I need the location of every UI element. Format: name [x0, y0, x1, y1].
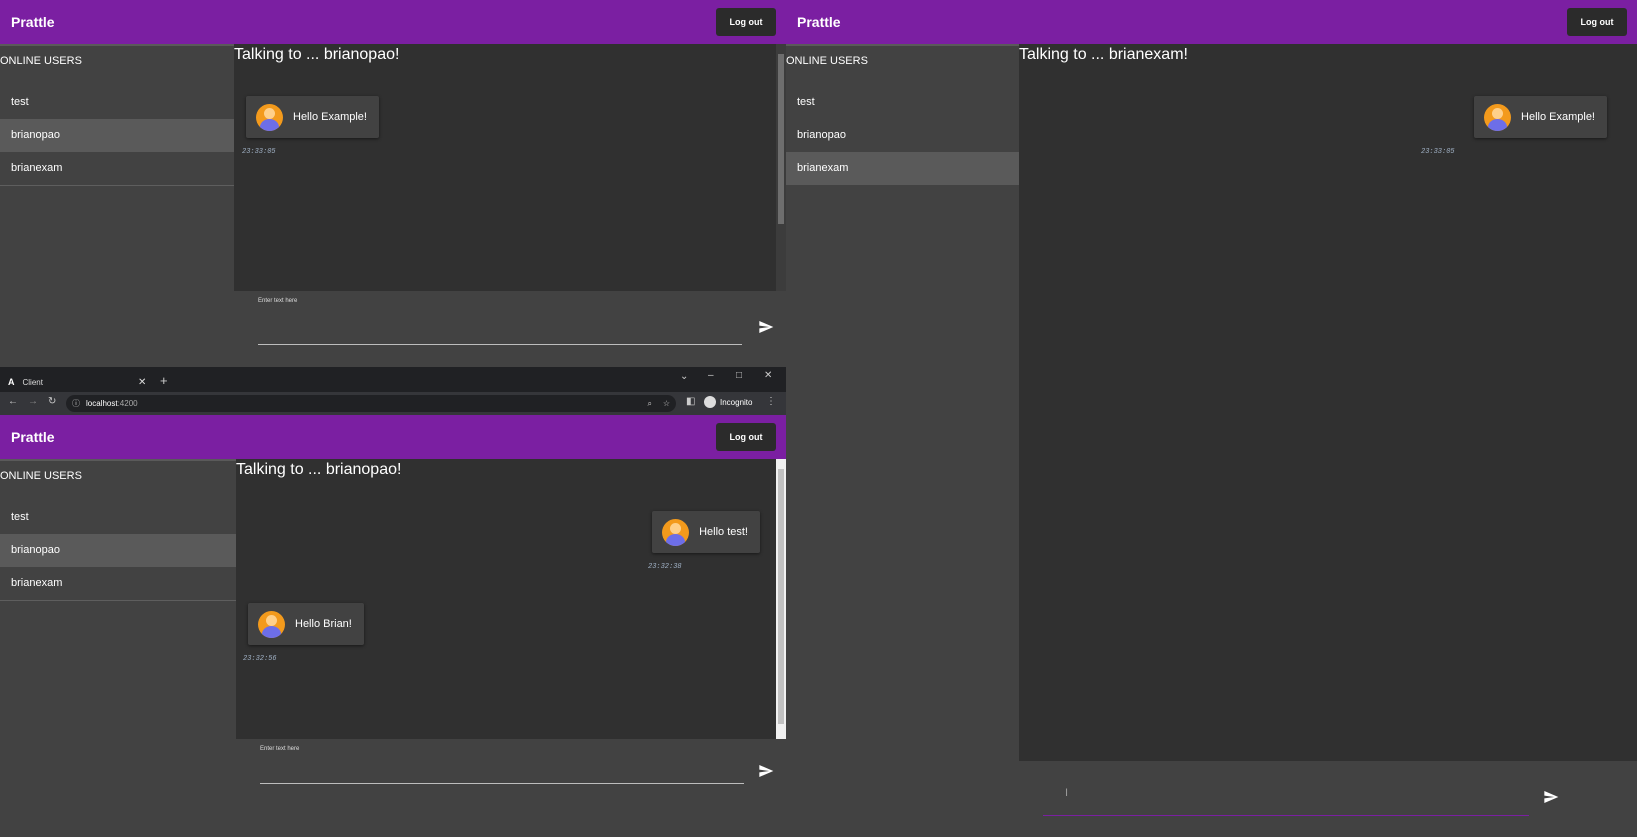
logout-button[interactable]: Log out [716, 8, 776, 36]
message-timestamp: 23:32:38 [648, 563, 682, 571]
app-title: Prattle [797, 14, 841, 30]
bookmark-star-icon[interactable]: ☆ [663, 395, 670, 412]
message-text: Hello Example! [293, 111, 367, 123]
site-info-icon[interactable]: ⓘ [72, 395, 80, 412]
online-users-sidebar: ONLINE USERS test brianopao brianexam [786, 44, 1019, 837]
app-toolbar: Prattle Log out [0, 415, 786, 459]
user-item-brianexam[interactable]: brianexam [0, 567, 236, 600]
close-tab-icon[interactable]: ✕ [138, 377, 146, 388]
message-composer: I [1019, 761, 1637, 837]
app-window-top-left: Prattle Log out ONLINE USERS test briano… [0, 0, 786, 367]
browser-chrome: A Client ✕ + ⌄ – □ ✕ ← → ↻ ⓘ localhost:4… [0, 367, 786, 415]
user-item-brianopao[interactable]: brianopao [0, 119, 234, 152]
message-bubble: Hello test! [652, 511, 760, 553]
user-item-brianopao[interactable]: brianopao [786, 119, 1019, 152]
message-timestamp: 23:33:05 [242, 148, 276, 156]
incognito-icon [704, 396, 716, 408]
input-placeholder-label: Enter text here [258, 298, 298, 304]
text-cursor-icon: I [1065, 787, 1069, 799]
avatar-icon [1484, 103, 1512, 131]
scrollbar[interactable] [776, 459, 786, 739]
angular-logo-icon: A [8, 377, 15, 387]
app-title: Prattle [11, 14, 55, 30]
tab-search-icon[interactable]: ⌄ [680, 371, 688, 382]
logout-button[interactable]: Log out [716, 423, 776, 451]
close-window-icon[interactable]: ✕ [764, 370, 772, 381]
url-field[interactable]: ⓘ localhost:4200 ⌕ ☆ [66, 395, 676, 412]
chat-panel: Talking to ... brianopao! Hello test! 23… [236, 459, 786, 837]
online-users-title: ONLINE USERS [0, 55, 82, 67]
logout-button[interactable]: Log out [1567, 8, 1627, 36]
browser-tab-bar: A Client ✕ + ⌄ – □ ✕ [0, 367, 786, 392]
app-window-right: Prattle Log out ONLINE USERS test briano… [786, 0, 1637, 837]
online-users-sidebar: ONLINE USERS test brianopao brianexam [0, 459, 236, 837]
browser-menu-icon[interactable]: ⋮ [766, 396, 776, 407]
incognito-badge[interactable]: Incognito [704, 396, 752, 408]
url-host: localhost [86, 399, 118, 408]
forward-icon[interactable]: → [28, 396, 38, 407]
user-item-test[interactable]: test [0, 501, 236, 534]
tab-title: Client [22, 377, 43, 387]
send-icon[interactable] [758, 763, 774, 779]
message-text: Hello test! [699, 526, 748, 538]
scrollbar[interactable] [776, 44, 786, 291]
online-users-title: ONLINE USERS [786, 55, 868, 67]
talking-to-heading: Talking to ... brianopao! [236, 461, 402, 478]
minimize-icon[interactable]: – [708, 370, 714, 381]
message-input[interactable] [260, 783, 744, 784]
app-window-bottom-left: Prattle Log out ONLINE USERS test briano… [0, 415, 786, 837]
input-placeholder-label: Enter text here [260, 746, 300, 752]
message-composer: Enter text here [234, 291, 786, 367]
user-item-test[interactable]: test [0, 86, 234, 119]
chat-panel: Talking to ... brianopao! Hello Example!… [234, 44, 786, 367]
user-item-test[interactable]: test [786, 86, 1019, 119]
message-text: Hello Brian! [295, 618, 352, 630]
url-port: :4200 [117, 399, 138, 408]
back-icon[interactable]: ← [8, 396, 18, 407]
reload-icon[interactable]: ↻ [48, 396, 56, 407]
user-item-brianexam[interactable]: brianexam [0, 152, 234, 185]
side-panel-icon[interactable]: ◧ [686, 396, 695, 407]
message-timestamp: 23:32:56 [243, 655, 277, 663]
talking-to-heading: Talking to ... brianopao! [234, 46, 400, 63]
send-icon[interactable] [1543, 789, 1559, 805]
avatar-icon [258, 610, 285, 638]
message-input[interactable] [258, 344, 742, 345]
online-users-title: ONLINE USERS [0, 470, 82, 482]
avatar-icon [662, 518, 690, 546]
maximize-icon[interactable]: □ [736, 370, 742, 381]
online-users-sidebar: ONLINE USERS test brianopao brianexam [0, 44, 234, 367]
zoom-icon[interactable]: ⌕ [648, 395, 652, 412]
user-item-brianopao[interactable]: brianopao [0, 534, 236, 567]
send-icon[interactable] [758, 319, 774, 335]
message-bubble: Hello Example! [1474, 96, 1607, 138]
app-toolbar: Prattle Log out [0, 0, 786, 44]
sidebar-divider [0, 185, 234, 186]
user-item-brianexam[interactable]: brianexam [786, 152, 1019, 185]
sidebar-divider [0, 600, 236, 601]
talking-to-heading: Talking to ... brianexam! [1019, 46, 1188, 63]
app-title: Prattle [11, 429, 55, 445]
message-timestamp: 23:33:05 [1421, 148, 1455, 156]
incognito-label: Incognito [720, 397, 753, 407]
message-input[interactable] [1043, 815, 1529, 816]
message-bubble: Hello Example! [246, 96, 379, 138]
chat-panel: Talking to ... brianexam! Hello Example!… [1019, 44, 1637, 837]
browser-tab[interactable]: A Client ✕ [8, 372, 152, 392]
new-tab-icon[interactable]: + [160, 373, 168, 388]
message-text: Hello Example! [1521, 111, 1595, 123]
message-composer: Enter text here [236, 739, 786, 837]
app-toolbar: Prattle Log out [786, 0, 1637, 44]
message-bubble: Hello Brian! [248, 603, 364, 645]
address-bar-row: ← → ↻ ⓘ localhost:4200 ⌕ ☆ ◧ Incognito ⋮ [0, 392, 786, 415]
avatar-icon [256, 103, 283, 131]
